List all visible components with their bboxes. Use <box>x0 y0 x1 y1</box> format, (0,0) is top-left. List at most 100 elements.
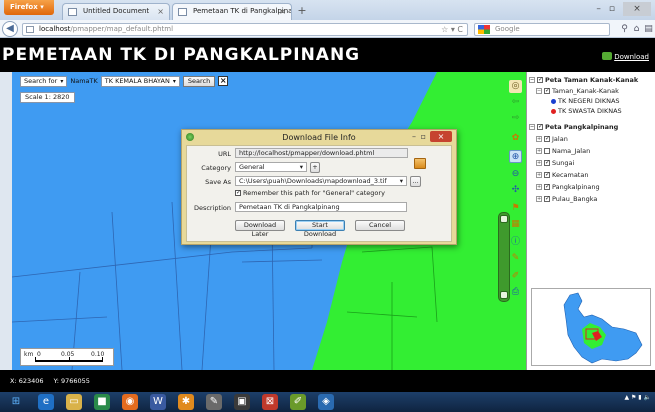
folder-icon[interactable]: ▭ <box>66 394 82 410</box>
zoom-in-knob[interactable] <box>500 215 508 223</box>
back-button[interactable]: ◀ <box>2 21 18 37</box>
app-header: PEMETAAN TK DI PANGKALPINANG Download <box>0 38 655 72</box>
search-bar[interactable]: Google <box>474 23 610 36</box>
app-icon[interactable]: ◈ <box>318 394 334 410</box>
tab-untitled-document[interactable]: Untitled Document × <box>62 3 170 20</box>
layer-checkbox[interactable]: ✓ <box>544 172 550 178</box>
expand-icon[interactable]: + <box>536 184 542 190</box>
search-button[interactable]: Search <box>182 75 216 87</box>
maximize-icon[interactable]: ▫ <box>609 4 623 14</box>
search-for-select[interactable]: Search for ▾ <box>20 75 68 87</box>
bookmark-star-icon[interactable]: ☆ ▾ C <box>441 24 463 35</box>
layer-checkbox[interactable]: ✓ <box>544 184 550 190</box>
collapse-icon[interactable]: − <box>536 88 542 94</box>
chevron-down-icon: ▾ <box>399 177 403 185</box>
app-icon[interactable]: ▣ <box>234 394 250 410</box>
dialog-close-button[interactable]: × <box>430 131 452 142</box>
refresh-icon[interactable]: ✿ <box>509 132 522 145</box>
url-field[interactable]: http://localhost/pmapper/download.phtml <box>235 148 408 158</box>
zoom-out-knob[interactable] <box>500 291 508 299</box>
layer-checkbox[interactable]: ✓ <box>537 124 543 130</box>
coordinate-bar: X: 623406 Y: 9766055 <box>0 370 655 392</box>
pan-icon[interactable]: ✣ <box>509 184 522 197</box>
firefox-menu-button[interactable]: Firefox ▾ <box>4 0 54 15</box>
description-field[interactable]: Pemetaan TK di Pangkalpinang <box>235 202 407 212</box>
expand-icon[interactable]: + <box>536 136 542 142</box>
layer-checkbox[interactable]: ✓ <box>544 88 550 94</box>
search-value-select[interactable]: TK KEMALA BHAYAN ▾ <box>100 75 180 87</box>
layer-checkbox[interactable]: ✓ <box>544 136 550 142</box>
tab-pemetaan[interactable]: Pemetaan TK di Pangkalpinang × <box>172 3 292 20</box>
back-arrow-icon[interactable]: ⇦ <box>509 96 522 109</box>
expand-icon[interactable]: + <box>536 148 542 154</box>
minimize-icon[interactable]: – <box>412 132 416 141</box>
ie-icon[interactable]: e <box>38 394 54 410</box>
overview-canvas[interactable] <box>532 289 651 366</box>
app-icon[interactable]: ✎ <box>206 394 222 410</box>
cancel-button[interactable]: Cancel <box>355 220 405 231</box>
layer-item-taman-kanak[interactable]: − ✓ Taman_Kanak-Kanak <box>536 87 619 95</box>
app-icon[interactable]: ✐ <box>290 394 306 410</box>
download-link[interactable]: Download <box>602 52 649 61</box>
download-later-button[interactable]: Download Later <box>235 220 285 238</box>
layer-item-nama-jalan[interactable]: + Nama_Jalan <box>536 147 590 155</box>
expand-icon[interactable]: + <box>536 172 542 178</box>
layer-item-jalan[interactable]: + ✓ Jalan <box>536 135 568 143</box>
scale-tick <box>35 357 36 362</box>
select-icon[interactable]: ▦ <box>509 218 522 231</box>
layer-checkbox[interactable]: ✓ <box>544 196 550 202</box>
search-engine-label: Google <box>495 25 520 33</box>
menu-icon[interactable]: ▤ <box>642 23 655 36</box>
legend-label: TK SWASTA DIKNAS <box>558 107 622 115</box>
collapse-icon[interactable]: − <box>529 77 535 83</box>
minimize-icon[interactable]: – <box>596 4 609 14</box>
page-icon <box>26 26 34 33</box>
print-icon[interactable]: ⎙ <box>509 286 522 299</box>
clear-search-icon[interactable]: × <box>218 76 229 86</box>
layer-item-kecamatan[interactable]: + ✓ Kecamatan <box>536 171 588 179</box>
draw-icon[interactable]: ✐ <box>509 270 522 283</box>
zoom-in-icon[interactable]: ⊕ <box>509 150 522 163</box>
identify-icon[interactable]: ⚑ <box>509 202 522 215</box>
new-tab-button[interactable]: + <box>295 4 309 18</box>
collapse-icon[interactable]: − <box>529 124 535 130</box>
chevron-down-icon: ▾ <box>299 163 303 171</box>
layer-item-pangkalpinang[interactable]: + ✓ Pangkalpinang <box>536 183 600 191</box>
browse-button[interactable]: ... <box>410 176 421 187</box>
forward-arrow-icon[interactable]: ⇨ <box>509 112 522 125</box>
expand-icon[interactable]: + <box>536 160 542 166</box>
page-icon <box>68 8 77 16</box>
firefox-icon[interactable]: ◉ <box>122 394 138 410</box>
layer-group-taman[interactable]: − ✓ Peta Taman Kanak-Kanak <box>529 76 638 84</box>
full-extent-icon[interactable]: ◎ <box>509 80 522 93</box>
remember-path-checkbox[interactable]: ✓ Remember this path for "General" categ… <box>235 189 385 197</box>
layer-item-sungai[interactable]: + ✓ Sungai <box>536 159 574 167</box>
zoom-out-icon[interactable]: ⊖ <box>509 168 522 181</box>
layer-item-pulau-bangka[interactable]: + ✓ Pulau_Bangka <box>536 195 597 203</box>
layer-checkbox[interactable]: ✓ <box>537 77 543 83</box>
maximize-icon[interactable]: ▫ <box>421 132 426 141</box>
measure-icon[interactable]: ✎ <box>509 252 522 265</box>
start-download-button[interactable]: Start Download <box>295 220 345 238</box>
checkbox-icon[interactable]: ✓ <box>235 190 241 196</box>
category-select[interactable]: General ▾ <box>235 162 307 172</box>
layer-group-pangkalpinang[interactable]: − ✓ Peta Pangkalpinang <box>529 123 618 131</box>
word-icon[interactable]: W <box>150 394 166 410</box>
scale-input[interactable]: Scale 1: 2820 <box>20 92 75 103</box>
category-label: Category <box>201 164 231 172</box>
url-bar[interactable]: localhost/pmapper/map_default.phtml ☆ ▾ … <box>22 23 468 36</box>
saveas-field[interactable]: C:\Users\puah\Downloads\mapdownload_3.ti… <box>235 176 407 186</box>
close-tab-icon[interactable]: × <box>157 4 164 19</box>
layer-checkbox[interactable]: ✓ <box>544 160 550 166</box>
app-icon[interactable]: ■ <box>94 394 110 410</box>
close-tab-icon[interactable]: × <box>279 4 286 19</box>
layer-checkbox[interactable] <box>544 148 550 154</box>
app-icon[interactable]: ✱ <box>178 394 194 410</box>
info-icon[interactable]: ⓘ <box>509 236 522 249</box>
overview-map[interactable] <box>531 288 651 366</box>
expand-icon[interactable]: + <box>536 196 542 202</box>
window-close-icon[interactable]: × <box>623 2 651 16</box>
add-category-button[interactable]: + <box>310 162 320 173</box>
app-icon[interactable]: ⊠ <box>262 394 278 410</box>
windows-start-icon[interactable]: ⊞ <box>8 394 24 410</box>
